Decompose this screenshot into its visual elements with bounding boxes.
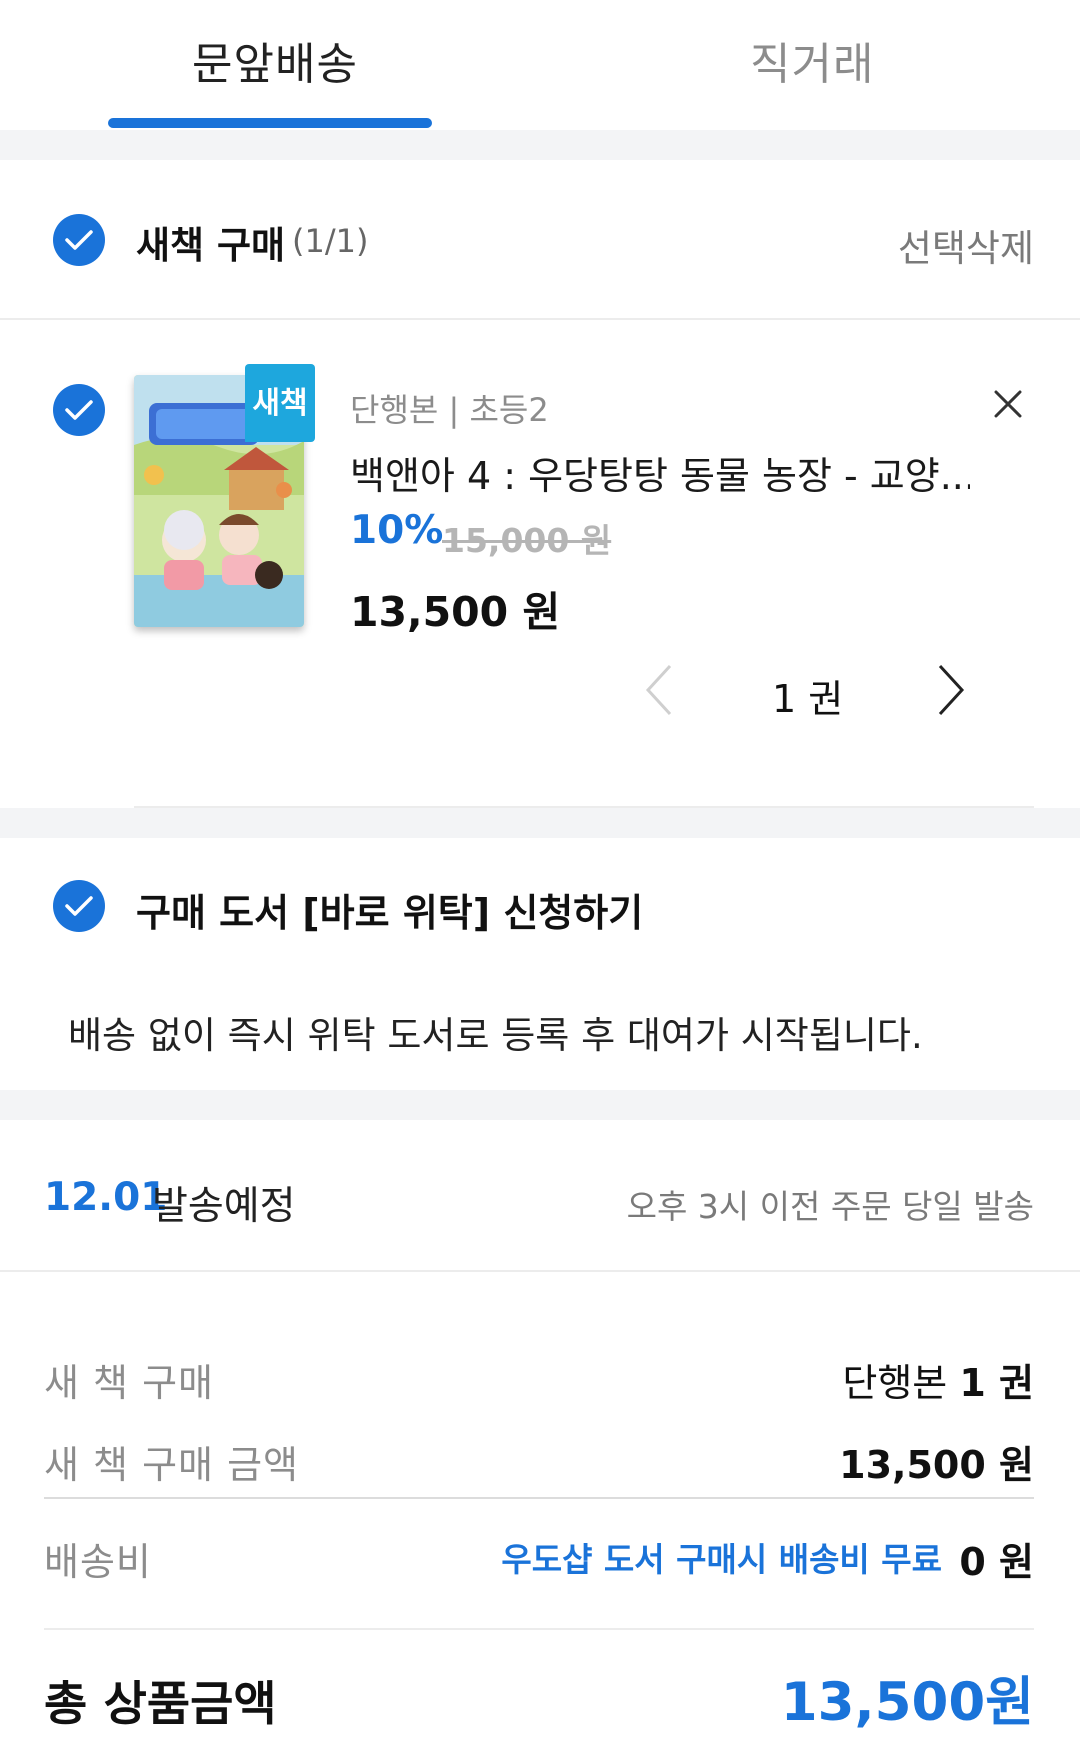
chevron-right-icon[interactable] xyxy=(930,662,970,718)
book-count: 1 권 xyxy=(959,1361,1034,1405)
divider xyxy=(0,318,1080,320)
quantity-value: 1 권 xyxy=(772,677,844,721)
checkmark-icon xyxy=(65,400,93,420)
delete-selected-button[interactable]: 선택삭제 xyxy=(898,218,1034,272)
tab-active-indicator xyxy=(108,118,432,128)
book-type: 단행본 xyxy=(842,1361,948,1405)
checkmark-icon xyxy=(65,230,93,250)
consign-checkbox[interactable] xyxy=(53,880,105,932)
tab-door-delivery[interactable]: 문앞배송 xyxy=(192,28,358,92)
shipping-date: 12.01 xyxy=(44,1175,168,1220)
tab-direct-trade[interactable]: 직거래 xyxy=(750,28,874,92)
discount-rate: 10% xyxy=(350,508,444,553)
checkmark-icon xyxy=(65,896,93,916)
summary-label-purchase: 새 책 구매 xyxy=(44,1361,214,1405)
item-title[interactable]: 백앤아 4 : 우당탕탕 동물 농장 - 교양... xyxy=(350,445,970,500)
select-all-checkbox[interactable] xyxy=(53,214,105,266)
summary-value-purchase: 단행본 1 권 xyxy=(842,1352,1034,1407)
consign-description: 배송 없이 즉시 위탁 도서로 등록 후 대여가 시작됩니다. xyxy=(68,1014,923,1057)
new-book-badge: 새책 xyxy=(245,364,315,442)
summary-label-shipping: 배송비 xyxy=(44,1540,152,1584)
sale-price: 13,500 원 xyxy=(350,588,561,636)
shipping-note: 오후 3시 이전 주문 당일 발송 xyxy=(626,1187,1034,1226)
consign-title[interactable]: 구매 도서 [바로 위탁] 신청하기 xyxy=(136,882,643,937)
item-category: 단행본 | 초등2 xyxy=(350,391,549,429)
section-count: (1/1) xyxy=(292,222,369,260)
section-divider xyxy=(0,130,1080,160)
shipping-label: 발송예정 xyxy=(152,1184,296,1229)
section-title: 새책 구매 xyxy=(136,224,286,267)
section-divider xyxy=(0,1090,1080,1120)
summary-value-amount: 13,500 원 xyxy=(839,1443,1034,1487)
summary-value-shipping: 0 원 xyxy=(959,1540,1034,1584)
total-label: 총 상품금액 xyxy=(44,1677,277,1732)
divider xyxy=(44,1497,1034,1499)
divider xyxy=(44,1628,1034,1630)
close-icon[interactable] xyxy=(988,384,1028,424)
free-shipping-note: 우도샵 도서 구매시 배송비 무료 xyxy=(501,1540,942,1579)
section-divider xyxy=(0,808,1080,838)
cart-page: 문앞배송 직거래 새책 구매 (1/1) 선택삭제 새책 단행본 | 초등2 백… xyxy=(0,0,1080,1755)
divider xyxy=(0,1270,1080,1272)
item-checkbox[interactable] xyxy=(53,384,105,436)
summary-label-amount: 새 책 구매 금액 xyxy=(44,1443,299,1487)
delivery-tabs: 문앞배송 직거래 xyxy=(0,0,1080,130)
total-value: 13,500원 xyxy=(780,1672,1034,1733)
original-price: 15,000 원 xyxy=(442,521,612,560)
chevron-left-icon[interactable] xyxy=(640,662,680,718)
